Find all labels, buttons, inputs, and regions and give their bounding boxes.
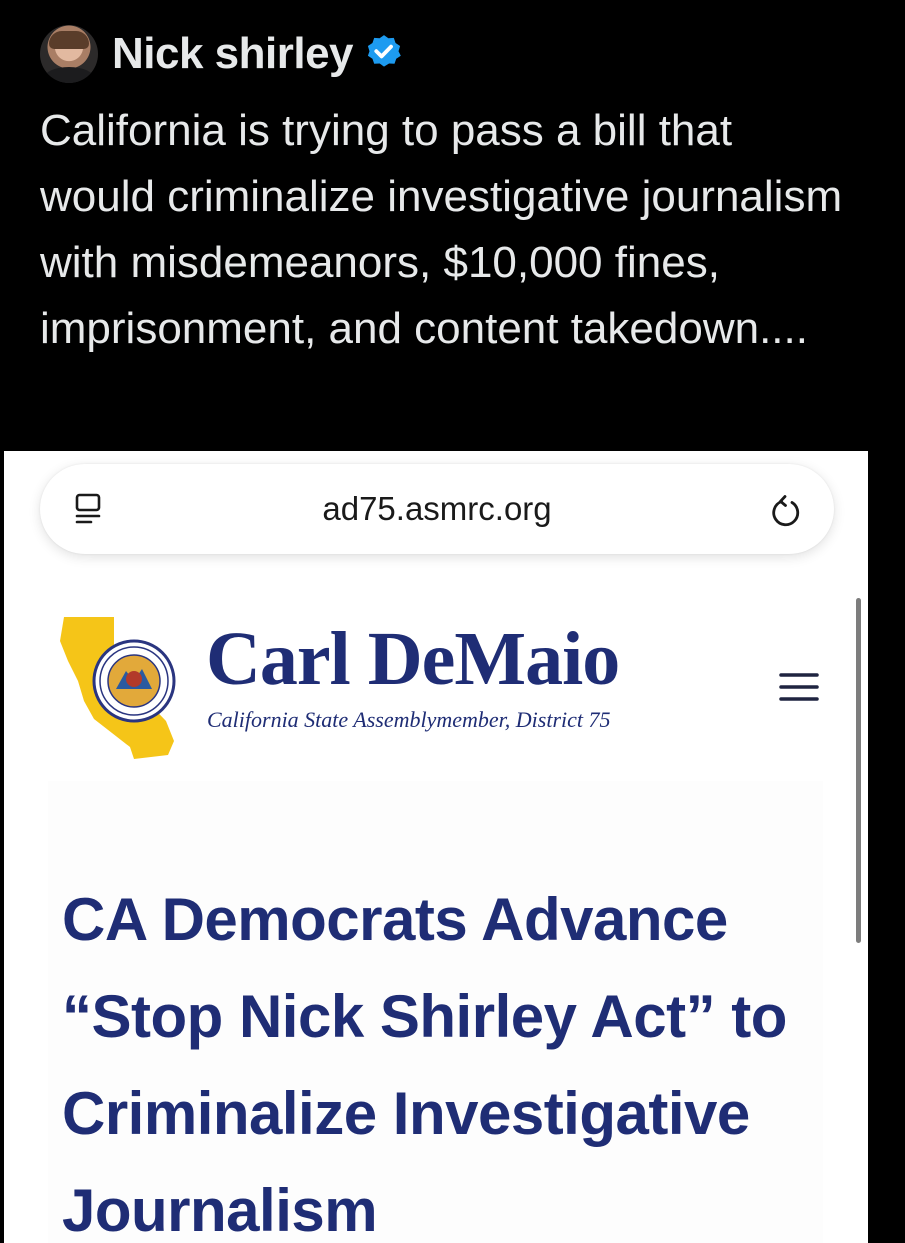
url-text[interactable]: ad75.asmrc.org (40, 464, 834, 554)
hamburger-menu-icon[interactable] (778, 669, 820, 705)
background-edge (868, 0, 905, 1243)
reload-icon[interactable] (766, 492, 806, 532)
avatar-hair (49, 31, 89, 49)
verified-badge-icon (367, 35, 401, 67)
avatar[interactable] (40, 25, 98, 83)
tweet-card[interactable]: Nick shirley California is trying to pas… (4, 0, 868, 1243)
tweet-text: California is trying to pass a bill that… (40, 106, 843, 353)
site-brand-name[interactable]: Carl DeMaio (206, 619, 620, 699)
scrollbar[interactable] (856, 598, 861, 943)
avatar-shirt (44, 67, 94, 83)
author-name[interactable]: Nick shirley (112, 29, 354, 79)
browser-address-bar[interactable]: ad75.asmrc.org (40, 464, 834, 554)
california-seal-logo (60, 617, 176, 759)
embedded-screenshot[interactable]: ad75.asmrc.org Carl DeMaio California St… (4, 451, 868, 1243)
tweet-header: Nick shirley (40, 25, 405, 83)
article-headline[interactable]: CA Democrats Advance “Stop Nick Shirley … (62, 871, 842, 1243)
site-brand-subtitle: California State Assemblymember, Distric… (207, 707, 611, 732)
